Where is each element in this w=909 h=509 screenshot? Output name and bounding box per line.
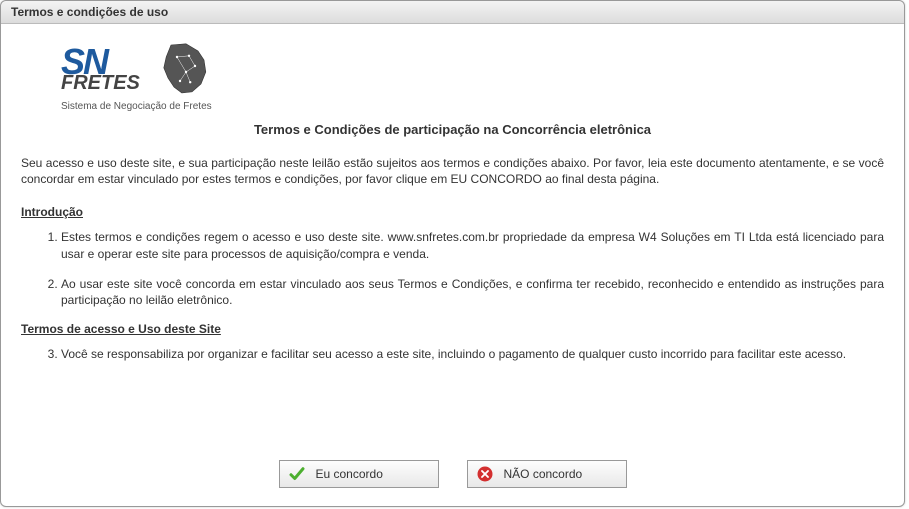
section-access-title: Termos de acesso e Uso deste Site (21, 322, 884, 336)
terms-list-2: Você se responsabiliza por organizar e f… (21, 346, 884, 362)
dialog-footer: Eu concordo NÃO concordo (1, 448, 904, 506)
section-intro-title: Introdução (21, 205, 884, 219)
disagree-label: NÃO concordo (504, 467, 583, 481)
term-item: Estes termos e condições regem o acesso … (61, 229, 884, 261)
content-wrap: SN FRETES (1, 24, 904, 448)
scrollable-content[interactable]: SN FRETES (1, 24, 904, 448)
dialog-titlebar: Termos e condições de uso (1, 1, 904, 24)
logo-tagline: Sistema de Negociação de Fretes (61, 101, 884, 112)
cross-icon (476, 465, 494, 483)
agree-button[interactable]: Eu concordo (279, 460, 439, 488)
dialog-title: Termos e condições de uso (11, 5, 168, 19)
intro-paragraph: Seu acesso e uso deste site, e sua parti… (21, 155, 884, 187)
page-heading: Termos e Condições de participação na Co… (21, 122, 884, 137)
logo-block: SN FRETES (61, 39, 884, 112)
check-icon (288, 465, 306, 483)
agree-label: Eu concordo (316, 467, 383, 481)
term-item: Você se responsabiliza por organizar e f… (61, 346, 884, 362)
terms-list-1: Estes termos e condições regem o acesso … (21, 229, 884, 308)
disagree-button[interactable]: NÃO concordo (467, 460, 627, 488)
logo-line2: FRETES (61, 74, 140, 92)
term-item: Ao usar este site você concorda em estar… (61, 276, 884, 308)
terms-dialog: Termos e condições de uso SN FRETES (0, 0, 905, 507)
brazil-map-icon (148, 39, 218, 99)
